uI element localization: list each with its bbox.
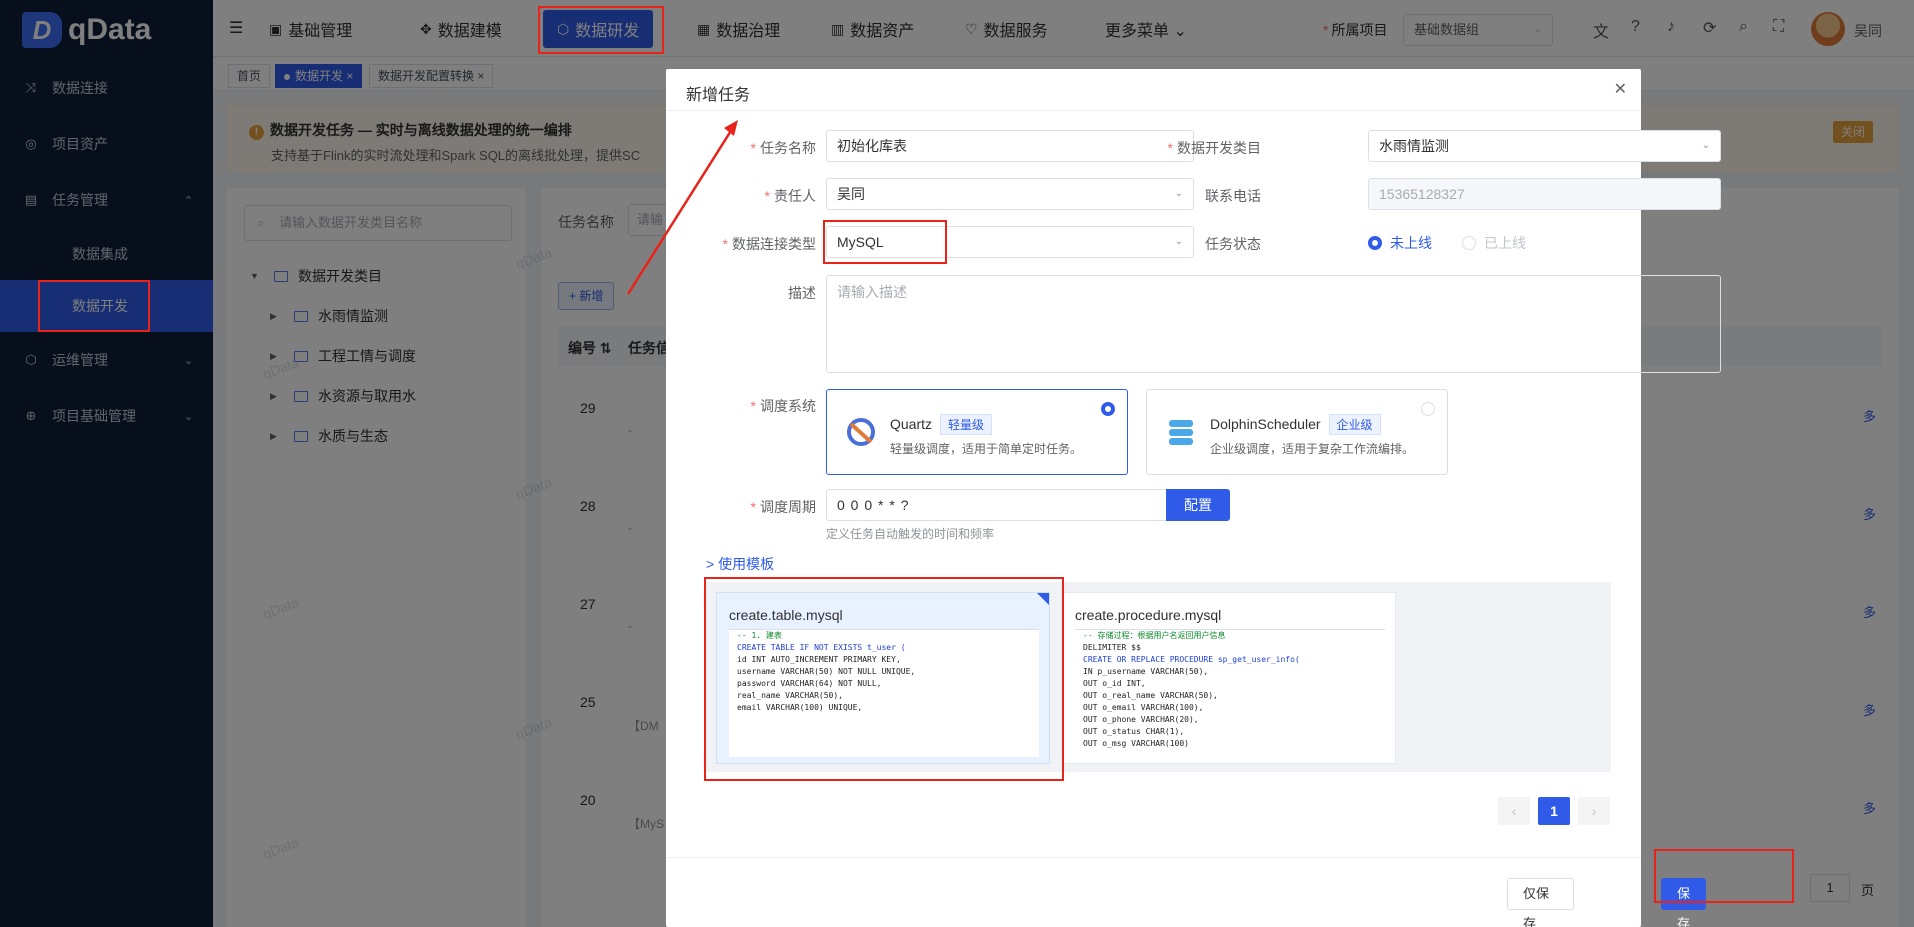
radio-checked-icon	[1101, 402, 1115, 416]
task-status-label: 任务状态	[1205, 236, 1261, 252]
close-icon[interactable]: ✕	[1614, 79, 1627, 99]
status-online-radio[interactable]: 已上线	[1462, 233, 1526, 253]
template-code-preview: -- 存储过程：根据用户名返回用户信息 DELIMITER $$ CREATE …	[1075, 629, 1385, 757]
cron-hint: 定义任务自动触发的时间和频率	[826, 527, 995, 541]
chevron-down-icon: ⌄	[1701, 140, 1710, 151]
pager-page-1[interactable]: 1	[1538, 797, 1570, 825]
radio-checked-icon	[1368, 236, 1382, 250]
cycle-label: * 调度周期	[750, 499, 816, 515]
task-name-label: * 任务名称	[750, 140, 816, 156]
category-select[interactable]: 水雨情监测 ⌄	[1368, 130, 1721, 162]
phone-input: 15365128327	[1368, 178, 1721, 210]
phone-label: 联系电话	[1205, 188, 1261, 204]
scheduler-desc: 轻量级调度，适用于简单定时任务。	[890, 442, 1083, 456]
desc-textarea[interactable]: 请输入描述	[826, 275, 1721, 373]
dolphinscheduler-logo-icon	[1169, 420, 1193, 445]
desc-label: 描述	[788, 285, 816, 301]
template-name: create.procedure.mysql	[1075, 607, 1222, 623]
template-pager: ‹ 1 ›	[1490, 797, 1610, 825]
owner-label: * 责任人	[764, 188, 816, 204]
scheduler-name: DolphinScheduler 企业级	[1210, 414, 1381, 435]
quartz-logo-icon	[847, 418, 875, 446]
category-label: * 数据开发类目	[1167, 140, 1261, 156]
template-card-create-table[interactable]: create.table.mysql -- 1. 建表 CREATE TABLE…	[716, 592, 1050, 764]
pager-prev[interactable]: ‹	[1498, 797, 1530, 825]
cron-config-button[interactable]: 配置	[1166, 489, 1230, 521]
scheduler-card-quartz[interactable]: Quartz 轻量级 轻量级调度，适用于简单定时任务。	[826, 389, 1128, 475]
scheduler-label: * 调度系统	[750, 398, 816, 414]
save-only-button[interactable]: 仅保存	[1507, 878, 1574, 927]
radio-unchecked-icon	[1462, 236, 1476, 250]
template-code-preview: -- 1. 建表 CREATE TABLE IF NOT EXISTS t_us…	[729, 629, 1039, 757]
pager-next[interactable]: ›	[1578, 797, 1610, 825]
dialog-header: 新增任务 ✕	[666, 69, 1641, 111]
dialog-title: 新增任务	[686, 87, 751, 104]
dialog-footer: 仅保存 保存并配置流程	[666, 857, 1706, 927]
radio-unchecked-icon	[1421, 402, 1435, 416]
new-task-dialog: 新增任务 ✕ * 任务名称 初始化库表 * 数据开发类目 水雨情监测 ⌄ * 责任人 吴…	[666, 69, 1721, 927]
template-name: create.table.mysql	[729, 607, 843, 623]
scheduler-desc: 企业级调度，适用于复杂工作流编排。	[1210, 442, 1415, 456]
status-offline-radio[interactable]: 未上线	[1368, 233, 1432, 253]
selected-corner-icon	[1037, 593, 1049, 605]
scheduler-card-dolphin[interactable]: DolphinScheduler 企业级 企业级调度，适用于复杂工作流编排。	[1146, 389, 1448, 475]
use-template-toggle[interactable]: > 使用模板	[706, 554, 774, 574]
scheduler-name: Quartz 轻量级	[890, 414, 993, 435]
save-and-configure-button[interactable]: 保存并配置流程	[1660, 878, 1706, 927]
connection-type-label: * 数据连接类型	[722, 236, 816, 252]
cron-expression-input[interactable]: 0 0 0 * * ?	[826, 489, 1166, 521]
scheduler-badge: 企业级	[1328, 414, 1381, 435]
scheduler-badge: 轻量级	[940, 414, 993, 435]
template-card-create-procedure[interactable]: create.procedure.mysql -- 存储过程：根据用户名返回用户…	[1062, 592, 1396, 764]
template-gallery: create.table.mysql -- 1. 建表 CREATE TABLE…	[706, 582, 1611, 772]
